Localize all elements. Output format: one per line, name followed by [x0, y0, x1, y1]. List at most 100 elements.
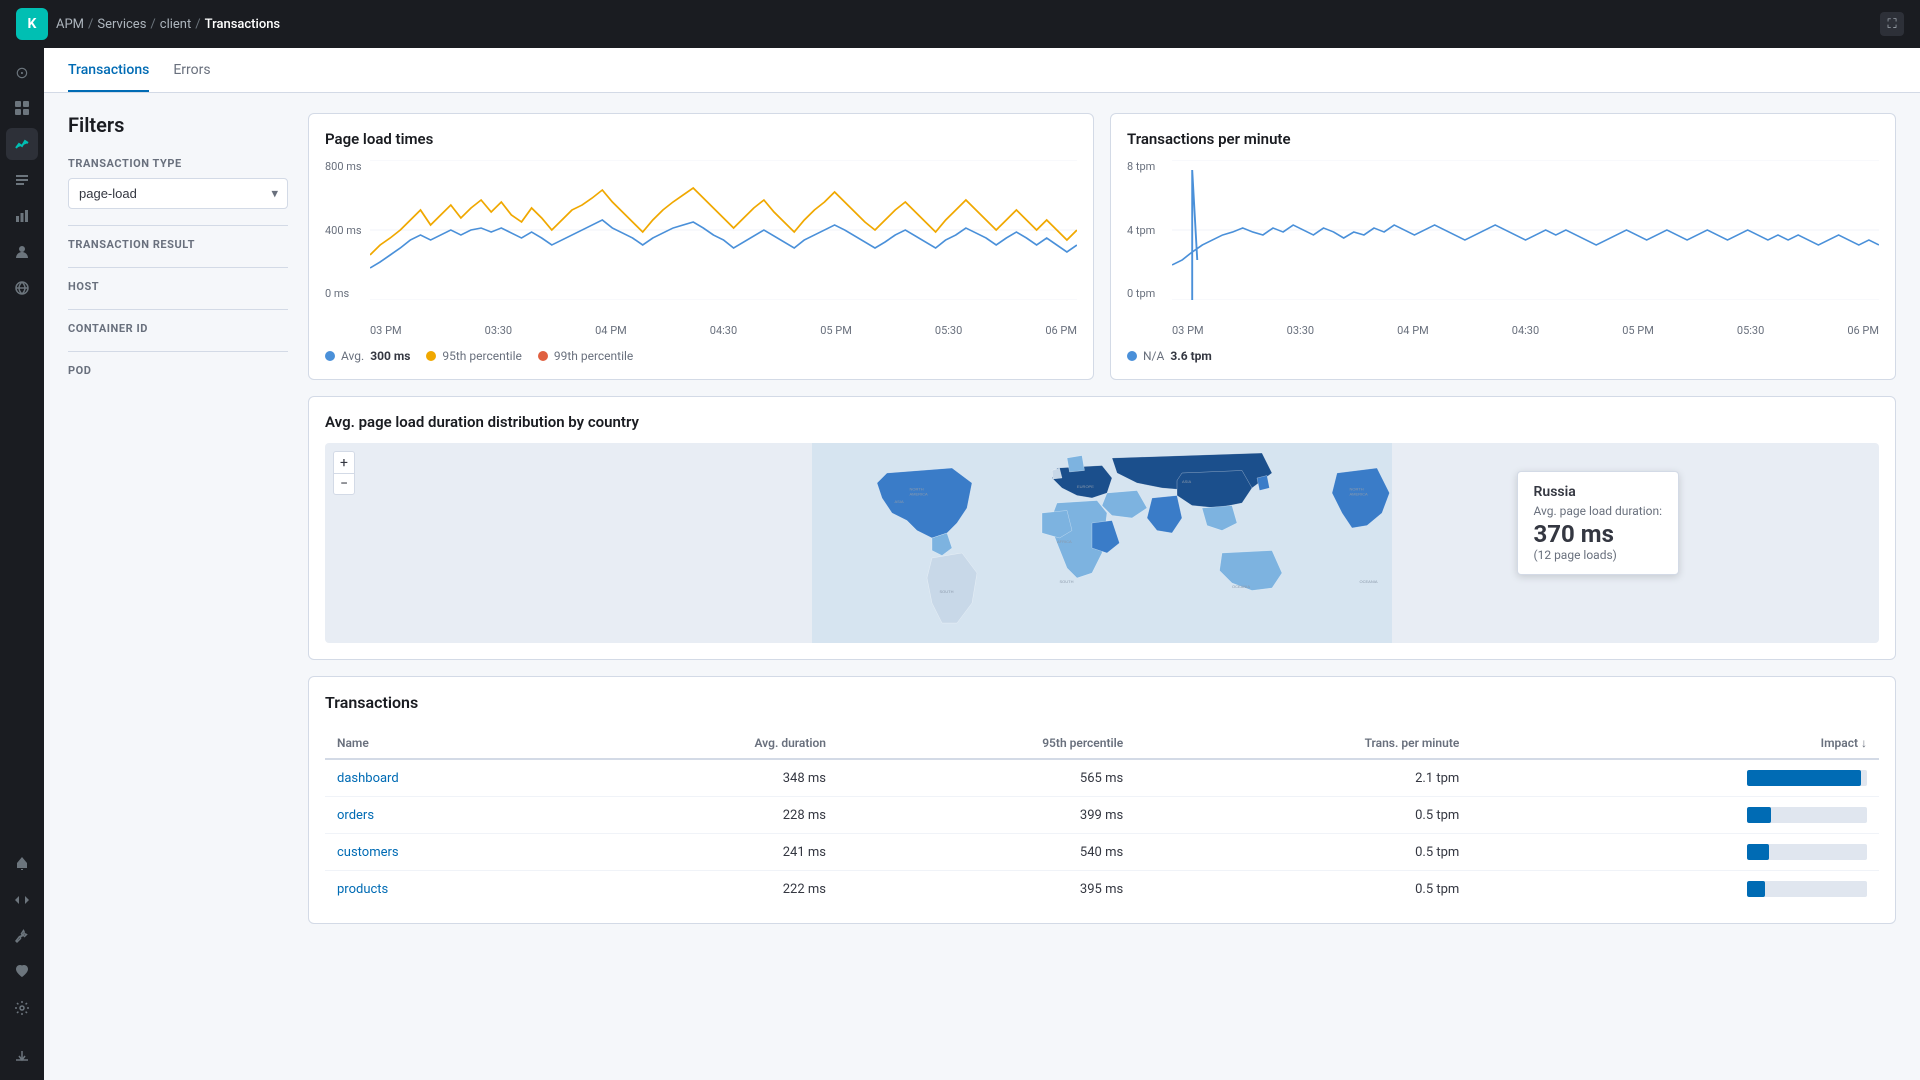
sidebar-icon-apm[interactable] — [6, 128, 38, 160]
page-load-y-labels: 800 ms 400 ms 0 ms — [325, 160, 370, 300]
sidebar-icon-code[interactable] — [6, 884, 38, 916]
filter-group-host: HOST — [68, 280, 288, 293]
map-container[interactable]: + − — [325, 443, 1879, 643]
filter-group-type: TRANSACTION TYPE page-load — [68, 157, 288, 209]
breadcrumb-services[interactable]: Services — [97, 17, 146, 32]
fullscreen-icon[interactable]: ⛶ — [1880, 12, 1904, 36]
svg-text:AFRICA: AFRICA — [1057, 539, 1072, 544]
col-avg-duration: Avg. duration — [568, 728, 838, 759]
impact-bar-bg — [1747, 844, 1867, 860]
map-tooltip-label: Avg. page load duration: — [1534, 504, 1663, 518]
y-label-400: 400 ms — [325, 224, 370, 237]
content-area: Transactions Errors Filters TRANSACTION … — [44, 48, 1920, 1080]
sidebar-icon-dashboard[interactable] — [6, 92, 38, 124]
impact-bar-wrap — [1483, 881, 1867, 897]
table-row: orders 228 ms 399 ms 0.5 tpm — [325, 797, 1879, 834]
cell-avg: 241 ms — [568, 834, 838, 871]
topnav: K APM / Services / client / Transactions… — [0, 0, 1920, 48]
table-row: customers 241 ms 540 ms 0.5 tpm — [325, 834, 1879, 871]
impact-bar-fill — [1747, 807, 1771, 823]
sidebar-icon-wrench[interactable] — [6, 920, 38, 952]
tpm-x-labels: 03 PM 03:30 04 PM 04:30 05 PM 05:30 06 P… — [1127, 324, 1879, 337]
impact-bar-wrap — [1483, 807, 1867, 823]
transaction-link[interactable]: products — [337, 882, 388, 897]
cell-name: dashboard — [325, 759, 568, 797]
cell-tpm: 0.5 tpm — [1135, 871, 1471, 908]
sidebar: ⊙ — [0, 48, 44, 1080]
legend-avg: Avg. 300 ms — [325, 349, 410, 363]
charts-area: Page load times 800 ms 400 ms 0 ms — [308, 113, 1896, 924]
cell-avg: 348 ms — [568, 759, 838, 797]
filter-label-result: TRANSACTION RESULT — [68, 238, 288, 251]
transaction-link[interactable]: customers — [337, 845, 399, 860]
page-load-legend: Avg. 300 ms 95th percentile 99th percent — [325, 349, 1077, 363]
transaction-link[interactable]: dashboard — [337, 771, 399, 786]
col-name: Name — [325, 728, 568, 759]
page-load-chart-area: 800 ms 400 ms 0 ms — [325, 160, 1077, 320]
map-card: Avg. page load duration distribution by … — [308, 396, 1896, 660]
app-logo[interactable]: K — [16, 8, 48, 40]
map-title: Avg. page load duration distribution by … — [325, 413, 1879, 431]
sidebar-icon-globe[interactable] — [6, 272, 38, 304]
tab-transactions[interactable]: Transactions — [68, 48, 149, 92]
map-zoom-out[interactable]: − — [333, 473, 355, 495]
sidebar-icon-dock[interactable] — [6, 1040, 38, 1072]
breadcrumb-apm[interactable]: APM — [56, 17, 84, 32]
map-tooltip-value: 370 ms — [1534, 520, 1663, 548]
svg-text:SOUTH: SOUTH — [940, 589, 954, 594]
breadcrumb-sep3: / — [195, 17, 200, 32]
cell-name: products — [325, 871, 568, 908]
cell-tpm: 0.5 tpm — [1135, 834, 1471, 871]
cell-p95: 395 ms — [838, 871, 1135, 908]
col-tpm: Trans. per minute — [1135, 728, 1471, 759]
filter-select-type-wrap: page-load — [68, 178, 288, 209]
y-label-0: 0 ms — [325, 287, 370, 300]
legend-p95: 95th percentile — [426, 349, 521, 363]
cell-avg: 222 ms — [568, 871, 838, 908]
page-load-plot — [370, 160, 1077, 300]
filter-divider-4 — [68, 351, 288, 352]
transaction-link[interactable]: orders — [337, 808, 374, 823]
impact-bar-wrap — [1483, 844, 1867, 860]
impact-bar-wrap — [1483, 770, 1867, 786]
impact-bar-bg — [1747, 807, 1867, 823]
svg-text:OCEANIA: OCEANIA — [1232, 584, 1250, 589]
legend-p99-dot — [538, 351, 548, 361]
impact-bar-fill — [1747, 770, 1861, 786]
layout-row: Filters TRANSACTION TYPE page-load TRANS… — [68, 113, 1896, 924]
legend-tpm-na: N/A 3.6 tpm — [1127, 349, 1212, 363]
sidebar-icon-logs[interactable] — [6, 164, 38, 196]
legend-p99: 99th percentile — [538, 349, 633, 363]
sidebar-icon-users[interactable] — [6, 236, 38, 268]
legend-p95-dot — [426, 351, 436, 361]
cell-p95: 540 ms — [838, 834, 1135, 871]
sidebar-icon-heart[interactable] — [6, 956, 38, 988]
filter-group-container: CONTAINER ID — [68, 322, 288, 335]
tab-errors[interactable]: Errors — [173, 48, 210, 92]
sidebar-icon-metrics[interactable] — [6, 200, 38, 232]
main-scroll[interactable]: Filters TRANSACTION TYPE page-load TRANS… — [44, 93, 1920, 1080]
breadcrumb-client[interactable]: client — [160, 17, 191, 32]
sidebar-icon-home[interactable]: ⊙ — [6, 56, 38, 88]
impact-bar-fill — [1747, 881, 1765, 897]
breadcrumb-sep2: / — [150, 17, 155, 32]
cell-name: customers — [325, 834, 568, 871]
cell-name: orders — [325, 797, 568, 834]
sidebar-icon-settings[interactable] — [6, 992, 38, 1024]
transactions-table-title: Transactions — [325, 693, 1879, 712]
table-row: products 222 ms 395 ms 0.5 tpm — [325, 871, 1879, 908]
filters-title: Filters — [68, 113, 288, 137]
sidebar-icon-alerts[interactable] — [6, 848, 38, 880]
cell-p95: 399 ms — [838, 797, 1135, 834]
map-zoom-in[interactable]: + — [333, 451, 355, 473]
cell-impact — [1471, 797, 1879, 834]
col-impact[interactable]: Impact ↓ — [1471, 728, 1879, 759]
tpm-svg — [1172, 160, 1879, 300]
cell-impact — [1471, 871, 1879, 908]
filter-select-type[interactable]: page-load — [68, 178, 288, 209]
legend-avg-dot — [325, 351, 335, 361]
page-load-svg — [370, 160, 1077, 300]
svg-text:OCEANIA: OCEANIA — [1360, 579, 1378, 584]
impact-bar-bg — [1747, 770, 1867, 786]
filter-group-result: TRANSACTION RESULT — [68, 238, 288, 251]
